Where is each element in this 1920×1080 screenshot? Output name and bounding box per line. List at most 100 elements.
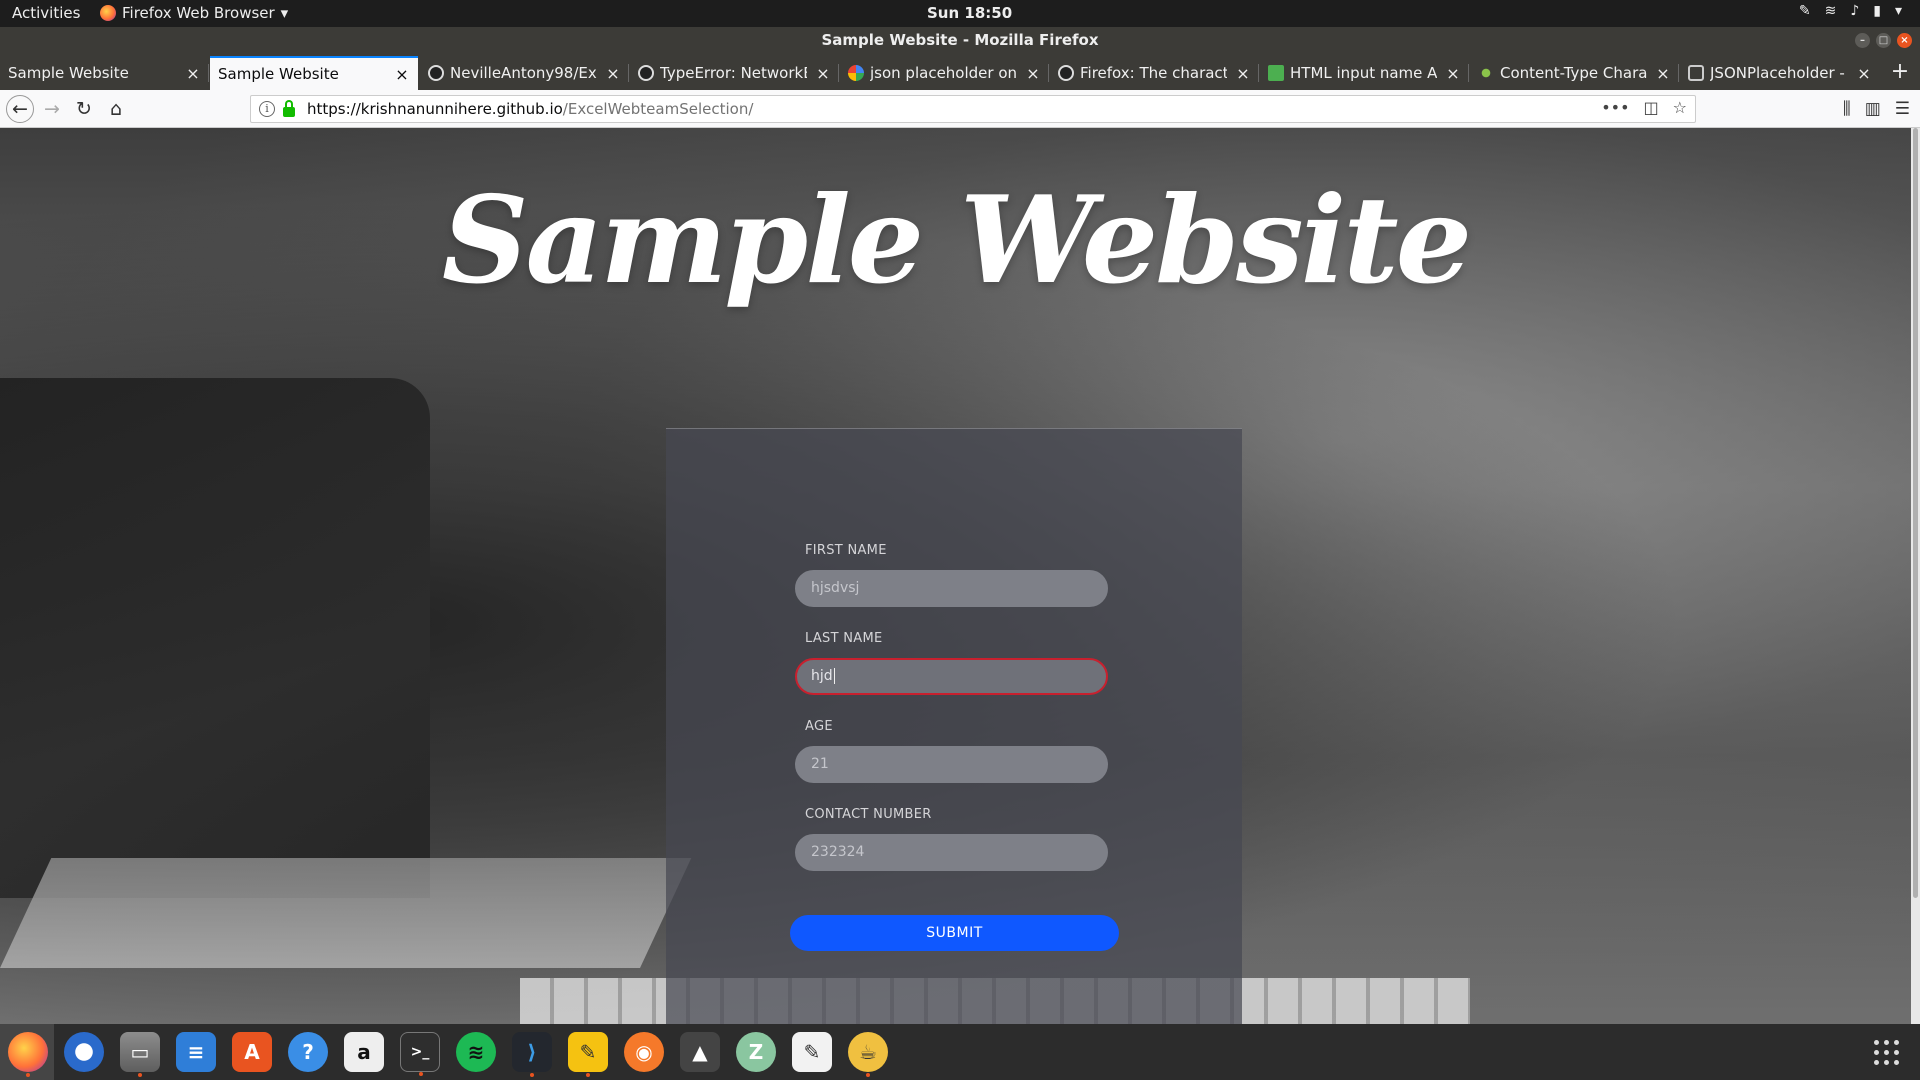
back-button[interactable]: ←	[6, 95, 34, 123]
scrollbar-thumb[interactable]	[1913, 128, 1918, 898]
close-window-icon[interactable]: ×	[1897, 33, 1912, 48]
wifi-icon[interactable]: ≋	[1825, 3, 1837, 19]
help-icon[interactable]: ?	[288, 1032, 328, 1072]
library-icon[interactable]: ⫼	[1843, 95, 1851, 123]
sidebar-icon[interactable]: ▥	[1865, 95, 1881, 123]
firefox-icon	[100, 5, 116, 21]
first-name-input[interactable]: hjsdvsj	[795, 570, 1108, 607]
last-name-input[interactable]: hjd	[795, 658, 1108, 695]
app-menu-label: Firefox Web Browser	[122, 4, 275, 22]
home-button[interactable]: ⌂	[102, 95, 130, 123]
close-tab-icon[interactable]: ×	[1025, 64, 1041, 83]
files-icon[interactable]: ▭	[120, 1032, 160, 1077]
inkscape-icon[interactable]: ▲	[680, 1032, 720, 1072]
vscode-icon[interactable]: ⟩	[512, 1032, 552, 1077]
text-caret	[833, 668, 835, 684]
tab-label: json placeholder only	[870, 64, 1017, 82]
contact-number-label: CONTACT NUMBER	[805, 807, 932, 822]
blender-icon[interactable]: ◉	[624, 1032, 664, 1072]
google-icon	[848, 65, 864, 81]
close-tab-icon[interactable]: ×	[1655, 64, 1671, 83]
close-tab-icon[interactable]: ×	[1445, 64, 1461, 83]
forward-button[interactable]: →	[38, 95, 66, 123]
url-bar[interactable]: i https://krishnanunnihere.github.io/Exc…	[250, 95, 1696, 123]
editor-icon[interactable]: ✎	[568, 1032, 608, 1077]
battery-icon[interactable]: ▮	[1873, 3, 1881, 19]
pocket-icon[interactable]: ◫	[1644, 98, 1659, 117]
new-tab-button[interactable]: +	[1886, 56, 1914, 88]
tab-label: HTML input name Attr	[1290, 64, 1437, 82]
bookmark-star-icon[interactable]: ☆	[1673, 98, 1687, 117]
amazon-icon[interactable]: a	[344, 1032, 384, 1072]
background-laptop-base	[0, 858, 692, 968]
tab-label: TypeError: NetworkEr	[660, 64, 807, 82]
chevron-down-icon: ▾	[280, 4, 289, 22]
url-host: https://krishnanunnihere.github.io	[307, 100, 563, 118]
close-tab-icon[interactable]: ×	[605, 64, 621, 83]
submit-button[interactable]: SUBMIT	[790, 915, 1119, 951]
page-scrollbar[interactable]	[1911, 128, 1920, 1024]
w3schools-icon	[1268, 65, 1284, 81]
tab-label: Content-Type Characte	[1500, 64, 1647, 82]
tab[interactable]: NevilleAntony98/Exce ×	[420, 56, 629, 90]
show-applications-icon[interactable]	[1874, 1040, 1900, 1066]
tab[interactable]: Content-Type Characte ×	[1470, 56, 1679, 90]
teapot-icon[interactable]: ☕	[848, 1032, 888, 1077]
back-arrow-icon: ←	[12, 98, 28, 120]
site-title: Sample Website	[441, 170, 1472, 311]
chevron-down-icon[interactable]: ▾	[1895, 3, 1902, 19]
close-tab-icon[interactable]: ×	[394, 65, 410, 84]
age-input[interactable]: 21	[795, 746, 1108, 783]
background-laptop	[0, 378, 430, 898]
text-editor-icon[interactable]: ✎	[792, 1032, 832, 1072]
tab-active[interactable]: Sample Website ×	[210, 56, 418, 90]
info-icon[interactable]: i	[259, 101, 275, 117]
forward-arrow-icon: →	[44, 98, 60, 120]
clock[interactable]: Sun 18:50	[927, 4, 1012, 22]
close-tab-icon[interactable]: ×	[1235, 64, 1251, 83]
maximize-icon[interactable]: □	[1876, 33, 1891, 48]
last-name-value: hjd	[811, 668, 833, 684]
system-tray[interactable]: ✎ ≋ ♪ ▮ ▾	[1799, 3, 1902, 19]
tab-label: JSONPlaceholder - Fak	[1710, 64, 1848, 82]
window-title-bar: Sample Website - Mozilla Firefox – □ ×	[0, 27, 1920, 54]
gnome-top-bar: Activities Firefox Web Browser ▾ Sun 18:…	[0, 0, 1920, 27]
tab-label: NevilleAntony98/Exce	[450, 64, 597, 82]
close-tab-icon[interactable]: ×	[185, 64, 201, 83]
tab-label: Firefox: The character	[1080, 64, 1227, 82]
tab[interactable]: json placeholder only ×	[840, 56, 1049, 90]
activities-button[interactable]: Activities	[12, 4, 80, 22]
menu-icon[interactable]: ☰	[1895, 95, 1910, 123]
dock: ▭ ≡ A ? a >_ ≋ ⟩ ✎ ◉ ▲ Z ✎ ☕	[0, 1024, 1920, 1080]
firefox-icon[interactable]	[8, 1032, 48, 1077]
tab[interactable]: JSONPlaceholder - Fak ×	[1680, 56, 1880, 90]
spotify-icon[interactable]: ≋	[456, 1032, 496, 1072]
volume-icon[interactable]: ♪	[1850, 3, 1859, 19]
tab-strip: Sample Website × Sample Website × Nevill…	[0, 54, 1920, 90]
url-text[interactable]: https://krishnanunnihere.github.io/Excel…	[307, 100, 753, 118]
first-name-label: FIRST NAME	[805, 543, 887, 558]
close-tab-icon[interactable]: ×	[815, 64, 831, 83]
close-tab-icon[interactable]: ×	[1856, 64, 1872, 83]
lock-icon[interactable]	[283, 99, 295, 117]
tab-label: Sample Website	[218, 65, 339, 83]
terminal-icon[interactable]: >_	[400, 1032, 440, 1076]
notes-icon[interactable]: ✎	[1799, 3, 1811, 19]
window-controls: – □ ×	[1855, 33, 1912, 48]
minimize-icon[interactable]: –	[1855, 33, 1870, 48]
reload-button[interactable]: ↻	[70, 95, 98, 123]
writer-icon[interactable]: ≡	[176, 1032, 216, 1072]
tab[interactable]: TypeError: NetworkEr ×	[630, 56, 839, 90]
page-actions-icon[interactable]: •••	[1601, 98, 1629, 117]
tab[interactable]: HTML input name Attr ×	[1260, 56, 1469, 90]
tab[interactable]: Firefox: The character ×	[1050, 56, 1259, 90]
contact-number-input[interactable]: 232324	[795, 834, 1108, 871]
software-center-icon[interactable]: A	[232, 1032, 272, 1072]
jsonplaceholder-icon	[1688, 65, 1704, 81]
app-menu[interactable]: Firefox Web Browser ▾	[100, 4, 288, 22]
tab[interactable]: Sample Website ×	[0, 56, 209, 90]
thunderbird-icon[interactable]	[64, 1032, 104, 1072]
zeal-icon[interactable]: Z	[736, 1032, 776, 1072]
tab-label: Sample Website	[8, 64, 129, 82]
bug-icon	[1478, 65, 1494, 81]
